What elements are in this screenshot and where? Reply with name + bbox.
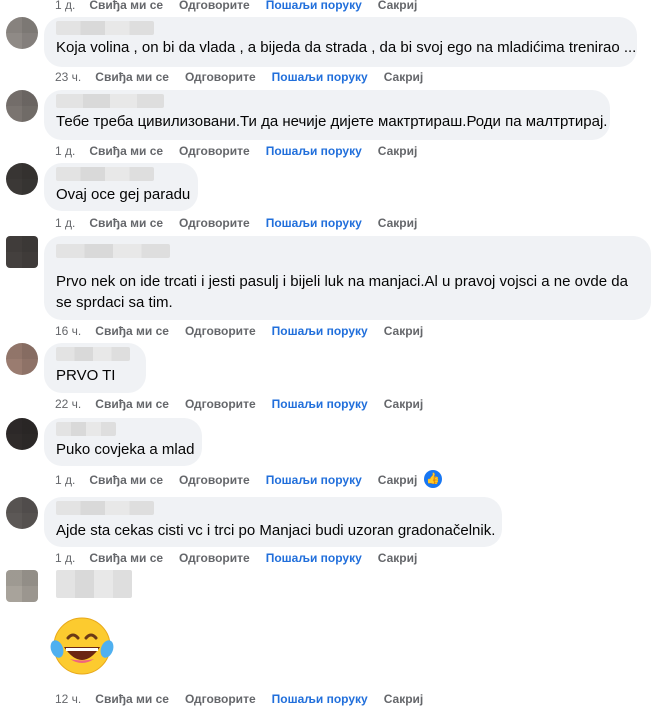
reply-link[interactable]: Одговорите [185, 692, 256, 706]
author-name-blurred[interactable] [56, 570, 132, 598]
hide-link[interactable]: Сакриј [384, 692, 424, 706]
avatar[interactable] [6, 343, 38, 375]
avatar[interactable] [6, 163, 38, 195]
author-name-blurred[interactable] [56, 167, 154, 181]
reply-link[interactable]: Одговорите [185, 324, 256, 338]
like-link[interactable]: Свиђа ми се [89, 144, 163, 158]
avatar[interactable] [6, 90, 38, 122]
comment-time[interactable]: 16 ч. [55, 324, 81, 338]
like-link[interactable]: Свиђа ми се [89, 216, 163, 230]
hide-link[interactable]: Сакриј [384, 397, 424, 411]
author-name-blurred[interactable] [56, 347, 130, 361]
send-message-link[interactable]: Пошаљи поруку [266, 473, 362, 487]
comment-meta: 16 ч. Свиђа ми се Одговорите Пошаљи поруку С… [55, 324, 439, 338]
reply-link[interactable]: Одговорите [179, 551, 250, 565]
like-link[interactable]: Свиђа ми се [95, 692, 169, 706]
reply-link[interactable]: Одговорите [185, 397, 256, 411]
comment-time[interactable]: 12 ч. [55, 692, 81, 706]
comment-meta: 22 ч. Свиђа ми се Одговорите Пошаљи поруку С… [55, 397, 439, 411]
hide-link[interactable]: Сакриј [384, 324, 424, 338]
author-name-blurred[interactable] [56, 21, 154, 35]
hide-link[interactable]: Сакриј [378, 473, 418, 487]
laughing-tears-emoji [50, 617, 114, 675]
reply-link[interactable]: Одговорите [185, 70, 256, 84]
comment-meta: 12 ч. Свиђа ми се Одговорите Пошаљи поруку С… [55, 692, 439, 706]
like-link[interactable]: Свиђа ми се [89, 551, 163, 565]
like-link[interactable]: Свиђа ми се [95, 397, 169, 411]
comment-bubble: Koja volina , on bi da vlada , a bijeda … [44, 17, 637, 67]
author-name-blurred[interactable] [56, 244, 170, 258]
send-message-link[interactable]: Пошаљи поруку [266, 551, 362, 565]
comment-text: Ajde sta cekas cisti vc i trci po Manjac… [56, 522, 496, 539]
like-reaction-icon[interactable]: 👍 [424, 470, 442, 488]
hide-link[interactable]: Сакриј [378, 0, 418, 12]
reply-link[interactable]: Одговорите [179, 473, 250, 487]
send-message-link[interactable]: Пошаљи поруку [272, 397, 368, 411]
send-message-link[interactable]: Пошаљи поруку [266, 144, 362, 158]
reply-link[interactable]: Одговорите [179, 216, 250, 230]
reply-link[interactable]: Одговорите [179, 144, 250, 158]
comment-time[interactable]: 1 д. [55, 0, 75, 12]
comment-time[interactable]: 1 д. [55, 473, 75, 487]
author-name-blurred[interactable] [56, 422, 116, 436]
avatar[interactable] [6, 570, 38, 602]
comment-text: PRVO TI [56, 367, 116, 384]
avatar[interactable] [6, 17, 38, 49]
comment-text: Koja volina , on bi da vlada , a bijeda … [56, 39, 637, 56]
comment-time[interactable]: 1 д. [55, 144, 75, 158]
comment-meta: 1 д. Свиђа ми се Одговорите Пошаљи поруку Са… [55, 216, 433, 230]
comment-bubble: Prvo nek on ide trcati i jesti pasulj i … [44, 236, 651, 320]
comment-meta: 1 д. Свиђа ми се Одговорите Пошаљи поруку Са… [55, 551, 433, 565]
comment-meta: 1 д. Свиђа ми се Одговорите Пошаљи поруку Са… [55, 473, 433, 487]
comment-time[interactable]: 1 д. [55, 216, 75, 230]
comment-text: Тебе треба цивилизовани.Ти да нечије диј… [56, 113, 608, 130]
comment-time[interactable]: 22 ч. [55, 397, 81, 411]
like-link[interactable]: Свиђа ми се [95, 324, 169, 338]
hide-link[interactable]: Сакриј [378, 551, 418, 565]
reply-link[interactable]: Одговорите [179, 0, 250, 12]
comment-bubble: PRVO TI [44, 343, 146, 393]
hide-link[interactable]: Сакриј [384, 70, 424, 84]
comment-bubble: Ovaj oce gej paradu [44, 163, 198, 211]
comment-text-line-1: Prvo nek on ide trcati i jesti pasulj i … [56, 273, 628, 290]
send-message-link[interactable]: Пошаљи поруку [266, 216, 362, 230]
comment-meta: 1 д. Свиђа ми се Одговорите Пошаљи поруку Са… [55, 144, 433, 158]
send-message-link[interactable]: Пошаљи поруку [272, 692, 368, 706]
comment-bubble: Ajde sta cekas cisti vc i trci po Manjac… [44, 497, 502, 547]
author-name-blurred[interactable] [56, 94, 164, 108]
comment-text: Ovaj oce gej paradu [56, 186, 191, 203]
hide-link[interactable]: Сакриј [378, 144, 418, 158]
avatar[interactable] [6, 497, 38, 529]
comment-time[interactable]: 1 д. [55, 551, 75, 565]
comment-text: Puko covjeka a mlad [56, 441, 195, 458]
like-link[interactable]: Свиђа ми се [95, 70, 169, 84]
comment-meta: 23 ч. Свиђа ми се Одговорите Пошаљи поруку С… [55, 70, 439, 84]
send-message-link[interactable]: Пошаљи поруку [272, 70, 368, 84]
comment-meta: 1 д. Свиђа ми се Одговорите Пошаљи поруку Са… [55, 0, 433, 12]
like-link[interactable]: Свиђа ми се [89, 0, 163, 12]
comment-text-line-2: se sprdaci sa tim. [56, 294, 173, 311]
comment-time[interactable]: 23 ч. [55, 70, 81, 84]
send-message-link[interactable]: Пошаљи поруку [266, 0, 362, 12]
hide-link[interactable]: Сакриј [378, 216, 418, 230]
comment-bubble: Тебе треба цивилизовани.Ти да нечије диј… [44, 90, 610, 140]
like-link[interactable]: Свиђа ми се [89, 473, 163, 487]
avatar[interactable] [6, 236, 38, 268]
send-message-link[interactable]: Пошаљи поруку [272, 324, 368, 338]
avatar[interactable] [6, 418, 38, 450]
comment-bubble: Puko covjeka a mlad [44, 418, 202, 466]
author-name-blurred[interactable] [56, 501, 154, 515]
